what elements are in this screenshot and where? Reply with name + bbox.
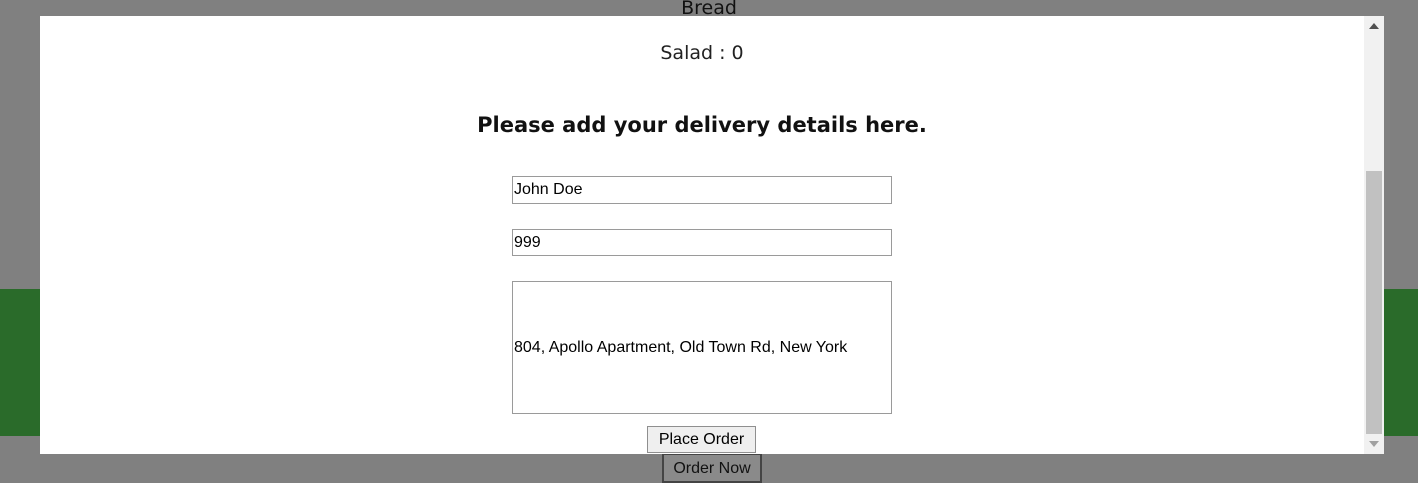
salad-count: Salad : 0	[660, 42, 744, 64]
scroll-up-button[interactable]	[1364, 16, 1384, 36]
name-input[interactable]	[512, 176, 892, 204]
place-order-button[interactable]: Place Order	[647, 426, 756, 453]
modal-scrollbar[interactable]	[1364, 16, 1384, 454]
address-textarea[interactable]: 804, Apollo Apartment, Old Town Rd, New …	[512, 281, 892, 414]
scroll-down-button[interactable]	[1364, 434, 1384, 454]
triangle-up-icon	[1369, 23, 1379, 29]
modal-content: Salad : 0 Please add your delivery detai…	[40, 16, 1364, 454]
scrollbar-thumb[interactable]	[1366, 171, 1382, 434]
triangle-down-icon	[1369, 441, 1379, 447]
address-text: 804, Apollo Apartment, Old Town Rd, New …	[514, 338, 848, 356]
order-now-button[interactable]: Order Now	[662, 453, 762, 483]
delivery-details-heading: Please add your delivery details here.	[477, 113, 927, 137]
phone-input[interactable]	[512, 229, 892, 256]
order-modal: Salad : 0 Please add your delivery detai…	[40, 16, 1384, 454]
